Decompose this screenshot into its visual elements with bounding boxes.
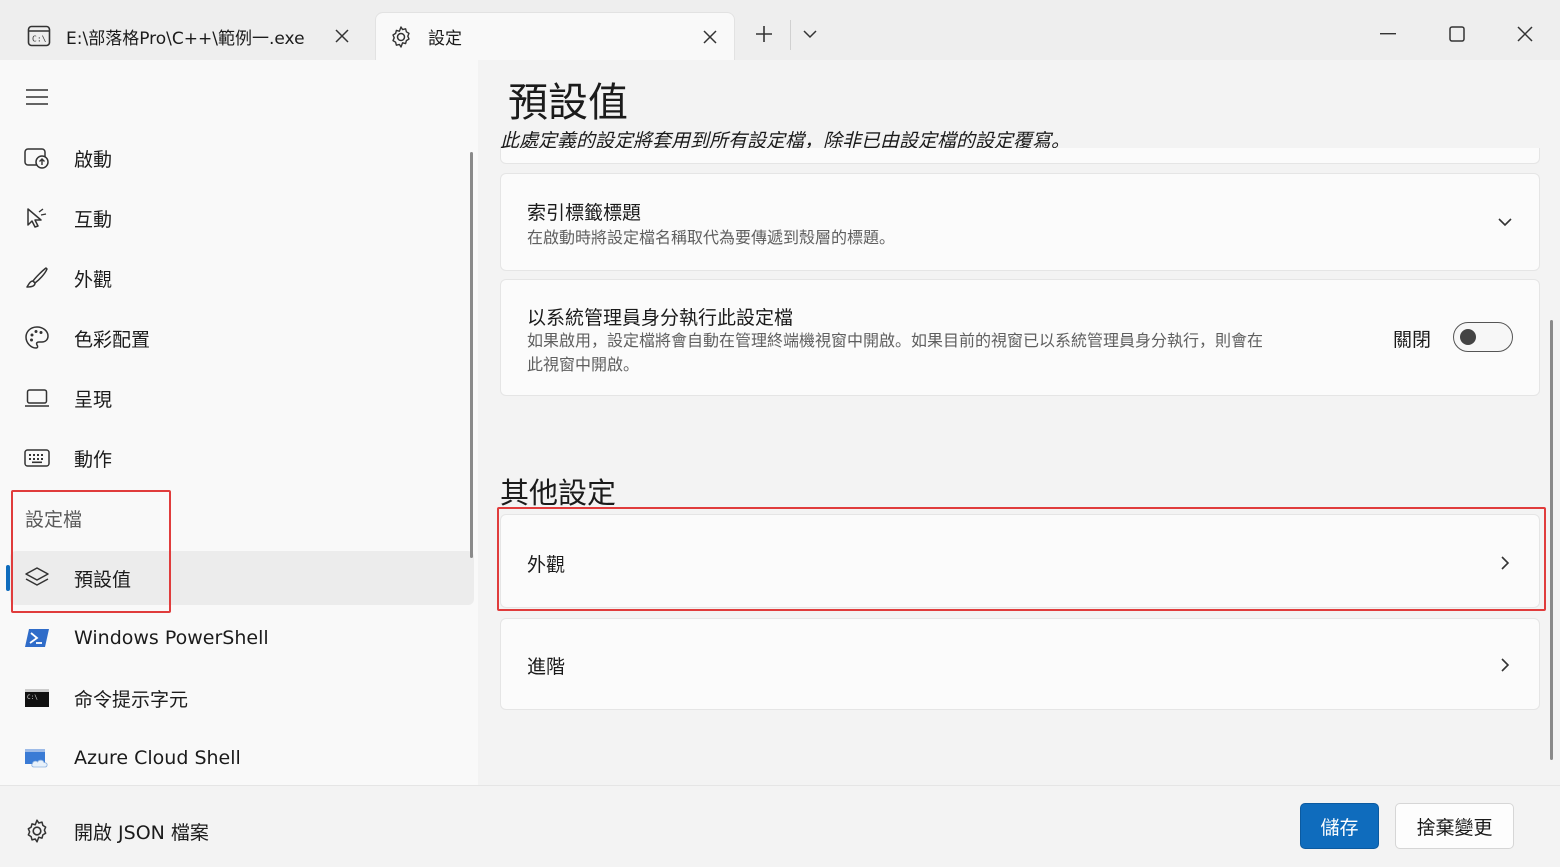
sidebar-item-label: 外觀	[74, 268, 113, 291]
sidebar-item-interaction[interactable]: 互動	[10, 191, 474, 245]
hamburger-icon	[26, 89, 48, 105]
save-button[interactable]: 儲存	[1300, 803, 1379, 849]
minimize-icon	[1380, 33, 1396, 35]
sidebar-item-label: 動作	[74, 448, 113, 471]
azure-cloud-icon	[22, 743, 52, 773]
bottom-bar: 開啟 JSON 檔案 儲存 捨棄變更	[0, 785, 1560, 867]
close-icon[interactable]	[326, 20, 358, 52]
run-as-admin-toggle[interactable]	[1453, 322, 1513, 352]
sidebar-item-powershell[interactable]: Windows PowerShell	[10, 611, 474, 665]
nav-card-label: 進階	[527, 656, 566, 678]
nav-card-label: 外觀	[527, 554, 566, 576]
sidebar-item-color-schemes[interactable]: 色彩配置	[10, 311, 474, 365]
gear-icon	[388, 24, 414, 50]
console-icon: C:\	[26, 23, 52, 49]
sidebar-item-defaults[interactable]: 預設值	[10, 551, 474, 605]
chevron-right-icon	[1493, 653, 1517, 677]
gear-icon	[22, 816, 52, 846]
chevron-down-icon[interactable]	[1493, 210, 1517, 234]
layers-icon	[22, 563, 52, 593]
cmd-icon: C:\	[22, 683, 52, 713]
tab-settings[interactable]: 設定	[375, 12, 735, 60]
cursor-icon	[22, 203, 52, 233]
sidebar-item-label: Azure Cloud Shell	[74, 747, 241, 769]
svg-text:C:\: C:\	[27, 694, 38, 701]
run-as-admin-setting-card: 以系統管理員身分執行此設定檔 如果啟用，設定檔將會自動在管理終端機視窗中開啟。如…	[500, 279, 1540, 396]
sidebar-item-rendering[interactable]: 呈現	[10, 371, 474, 425]
open-json-label: 開啟 JSON 檔案	[74, 821, 209, 844]
chevron-down-icon	[803, 29, 817, 38]
close-icon[interactable]	[694, 21, 726, 53]
sidebar-item-startup[interactable]: 啟動	[10, 131, 474, 185]
toggle-knob	[1460, 329, 1476, 345]
title-bar: C:\ E:\部落格Pro\C++\範例一.exe 設定	[0, 0, 1560, 60]
sidebar: 啟動 互動 外觀 色彩配置 呈現 動作 設定檔 預設值 Windows Powe…	[0, 60, 478, 785]
setting-title: 索引標籤標題	[527, 202, 642, 224]
chevron-right-icon	[1493, 551, 1517, 575]
sidebar-item-label: 啟動	[74, 148, 113, 171]
tab-title-setting-card[interactable]: 索引標籤標題 在啟動時將設定檔名稱取代為要傳遞到殼層的標題。	[500, 173, 1540, 271]
setting-description-line2: 此視窗中開啟。	[527, 355, 640, 374]
selection-indicator	[6, 565, 10, 591]
menu-button[interactable]	[18, 80, 56, 114]
sidebar-item-cmd[interactable]: C:\ 命令提示字元	[10, 671, 474, 725]
appearance-nav-card[interactable]: 外觀	[500, 514, 1540, 608]
sidebar-item-label: 呈現	[74, 388, 113, 411]
setting-title: 以系統管理員身分執行此設定檔	[527, 307, 794, 329]
sidebar-item-azure[interactable]: Azure Cloud Shell	[10, 731, 474, 785]
laptop-icon	[22, 383, 52, 413]
advanced-nav-card[interactable]: 進階	[500, 618, 1540, 710]
sidebar-item-label: 預設值	[74, 568, 132, 591]
keyboard-icon	[22, 443, 52, 473]
setting-description: 在啟動時將設定檔名稱取代為要傳遞到殼層的標題。	[527, 228, 896, 247]
sidebar-item-actions[interactable]: 動作	[10, 431, 474, 485]
sidebar-scrollbar[interactable]	[470, 152, 473, 558]
tab-label: E:\部落格Pro\C++\範例一.exe	[66, 28, 305, 49]
card-partial	[500, 148, 1540, 164]
powershell-icon	[22, 623, 52, 653]
sidebar-item-label: 色彩配置	[74, 328, 151, 351]
profiles-header: 設定檔	[25, 509, 83, 531]
setting-description-line1: 如果啟用，設定檔將會自動在管理終端機視窗中開啟。如果目前的視窗已以系統管理員身分…	[527, 331, 1264, 350]
main-content: 預設值 此處定義的設定將套用到所有設定檔，除非已由設定檔的設定覆寫。 索引標籤標…	[478, 60, 1560, 785]
plus-icon	[756, 26, 772, 42]
svg-text:C:\: C:\	[32, 35, 47, 44]
tab-dropdown-button[interactable]	[788, 14, 832, 54]
tab-console-app[interactable]: C:\ E:\部落格Pro\C++\範例一.exe	[14, 12, 366, 60]
sidebar-item-label: 命令提示字元	[74, 688, 189, 711]
startup-icon	[22, 143, 52, 173]
maximize-icon	[1449, 26, 1465, 42]
minimize-button[interactable]	[1366, 14, 1410, 54]
new-tab-button[interactable]	[742, 14, 786, 54]
tab-label: 設定	[428, 29, 462, 49]
sidebar-item-appearance[interactable]: 外觀	[10, 251, 474, 305]
toggle-state-label: 關閉	[1393, 329, 1432, 351]
close-icon	[1517, 26, 1533, 42]
brush-icon	[22, 263, 52, 293]
maximize-button[interactable]	[1435, 14, 1479, 54]
open-json-button[interactable]: 開啟 JSON 檔案	[22, 816, 209, 846]
discard-changes-button[interactable]: 捨棄變更	[1395, 803, 1514, 849]
content-scrollbar[interactable]	[1550, 320, 1553, 760]
close-window-button[interactable]	[1503, 14, 1547, 54]
section-title: 其他設定	[500, 476, 617, 510]
palette-icon	[22, 323, 52, 353]
page-title: 預設值	[508, 80, 628, 126]
sidebar-item-label: 互動	[74, 208, 113, 231]
sidebar-item-label: Windows PowerShell	[74, 627, 269, 649]
